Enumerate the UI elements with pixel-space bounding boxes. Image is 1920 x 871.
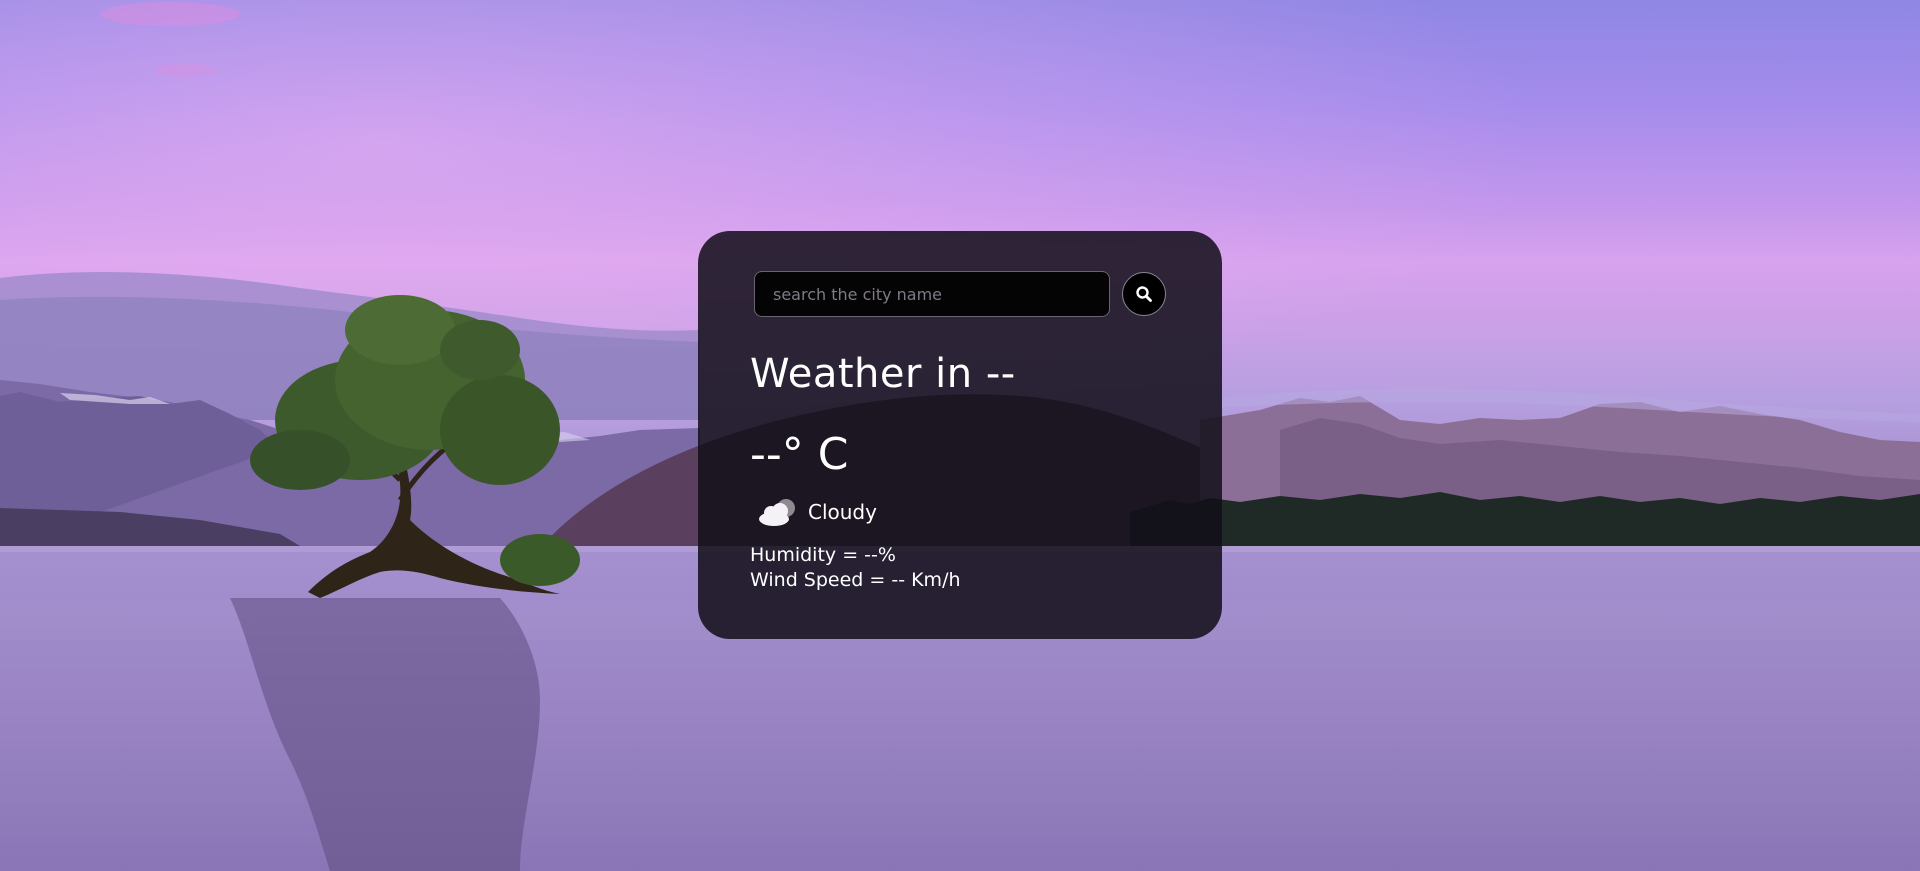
wind-speed-text: Wind Speed = -- Km/h (750, 569, 961, 591)
search-button[interactable] (1122, 272, 1166, 316)
weather-city-title: Weather in -- (750, 351, 1016, 397)
city-search-input[interactable] (754, 271, 1110, 317)
temperature-value: --° C (750, 429, 849, 480)
search-bar (754, 271, 1166, 317)
weather-condition: Cloudy (756, 497, 877, 527)
weather-card: Weather in -- --° C Cloudy Humidity = --… (698, 231, 1222, 639)
background-scene: Weather in -- --° C Cloudy Humidity = --… (0, 0, 1920, 871)
weather-details: Humidity = --% Wind Speed = -- Km/h (750, 543, 961, 593)
humidity-text: Humidity = --% (750, 544, 896, 566)
search-icon (1136, 286, 1152, 302)
condition-label: Cloudy (808, 500, 877, 524)
cloud-icon (759, 499, 795, 526)
